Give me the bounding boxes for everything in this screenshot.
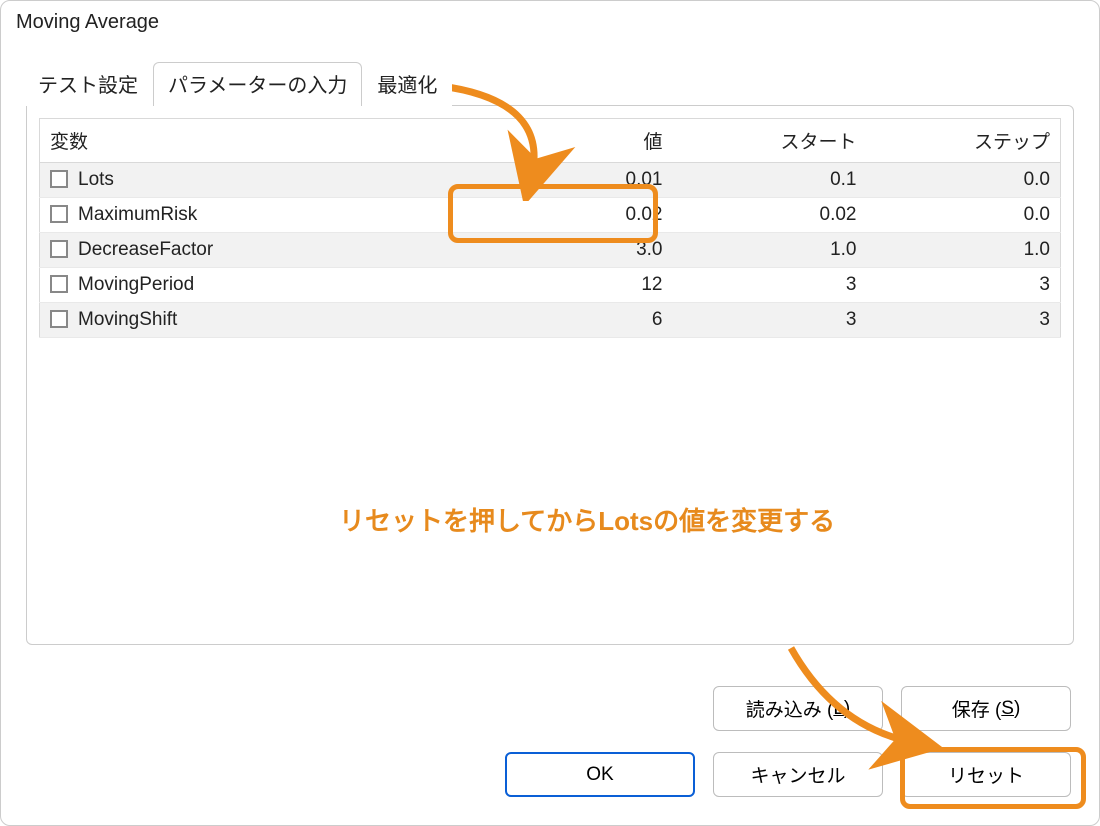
tab-bar: テスト設定 パラメーターの入力 最適化 [1,62,1099,106]
table-row[interactable]: MovingPeriod 12 3 3 [40,268,1061,303]
table-row[interactable]: Lots 0.01 0.1 0.0 [40,163,1061,198]
checkbox-icon[interactable] [50,170,68,188]
col-step[interactable]: ステップ [866,119,1060,163]
cell-value[interactable]: 3.0 [468,233,672,268]
col-value[interactable]: 値 [468,119,672,163]
cell-step[interactable]: 1.0 [866,233,1060,268]
cell-variable: MaximumRisk [40,198,469,233]
cell-value[interactable]: 6 [468,303,672,338]
cell-variable: Lots [40,163,469,198]
table-row[interactable]: DecreaseFactor 3.0 1.0 1.0 [40,233,1061,268]
cell-variable: MovingShift [40,303,469,338]
var-name: Lots [78,169,114,190]
cell-step[interactable]: 3 [866,303,1060,338]
button-row-bottom: OK キャンセル リセット [505,752,1071,797]
ok-button[interactable]: OK [505,752,695,797]
load-label-u: L [833,698,844,720]
annotation-text: リセットを押してからLotsの値を変更する [339,501,835,538]
table-header-row: 変数 値 スタート ステップ [40,119,1061,163]
cell-value[interactable]: 0.01 [468,163,672,198]
col-variable[interactable]: 変数 [40,119,469,163]
cell-variable: DecreaseFactor [40,233,469,268]
cell-step[interactable]: 0.0 [866,163,1060,198]
button-row-top: 読み込み (L) 保存 (S) [713,686,1071,731]
cell-step[interactable]: 3 [866,268,1060,303]
cell-step[interactable]: 0.0 [866,198,1060,233]
var-name: DecreaseFactor [78,239,213,260]
load-label-post: ) [844,698,850,720]
cell-start[interactable]: 0.1 [673,163,867,198]
save-label-pre: 保存 ( [952,695,1002,722]
var-name: MovingPeriod [78,274,194,295]
cell-start[interactable]: 3 [673,268,867,303]
table-row[interactable]: MovingShift 6 3 3 [40,303,1061,338]
save-label-post: ) [1014,698,1020,720]
checkbox-icon[interactable] [50,240,68,258]
col-start[interactable]: スタート [673,119,867,163]
checkbox-icon[interactable] [50,275,68,293]
var-name: MaximumRisk [78,204,197,225]
tab-test-settings[interactable]: テスト設定 [23,62,153,106]
var-name: MovingShift [78,309,177,330]
cell-value[interactable]: 0.02 [468,198,672,233]
cell-value[interactable]: 12 [468,268,672,303]
table-row[interactable]: MaximumRisk 0.02 0.02 0.0 [40,198,1061,233]
reset-button[interactable]: リセット [901,752,1071,797]
window-title: Moving Average [1,1,1099,62]
load-button[interactable]: 読み込み (L) [713,686,883,731]
tab-parameter-input[interactable]: パラメーターの入力 [153,62,362,106]
tab-optimization[interactable]: 最適化 [362,62,452,106]
checkbox-icon[interactable] [50,310,68,328]
cell-variable: MovingPeriod [40,268,469,303]
load-label-pre: 読み込み ( [746,695,834,722]
parameters-table: 変数 値 スタート ステップ Lots 0.01 0.1 0.0 Maximum… [39,118,1061,338]
dialog-window: Moving Average テスト設定 パラメーターの入力 最適化 変数 値 … [0,0,1100,826]
save-button[interactable]: 保存 (S) [901,686,1071,731]
checkbox-icon[interactable] [50,205,68,223]
save-label-u: S [1001,698,1014,720]
cancel-button[interactable]: キャンセル [713,752,883,797]
cell-start[interactable]: 1.0 [673,233,867,268]
tab-panel: 変数 値 スタート ステップ Lots 0.01 0.1 0.0 Maximum… [26,105,1074,645]
cell-start[interactable]: 3 [673,303,867,338]
cell-start[interactable]: 0.02 [673,198,867,233]
